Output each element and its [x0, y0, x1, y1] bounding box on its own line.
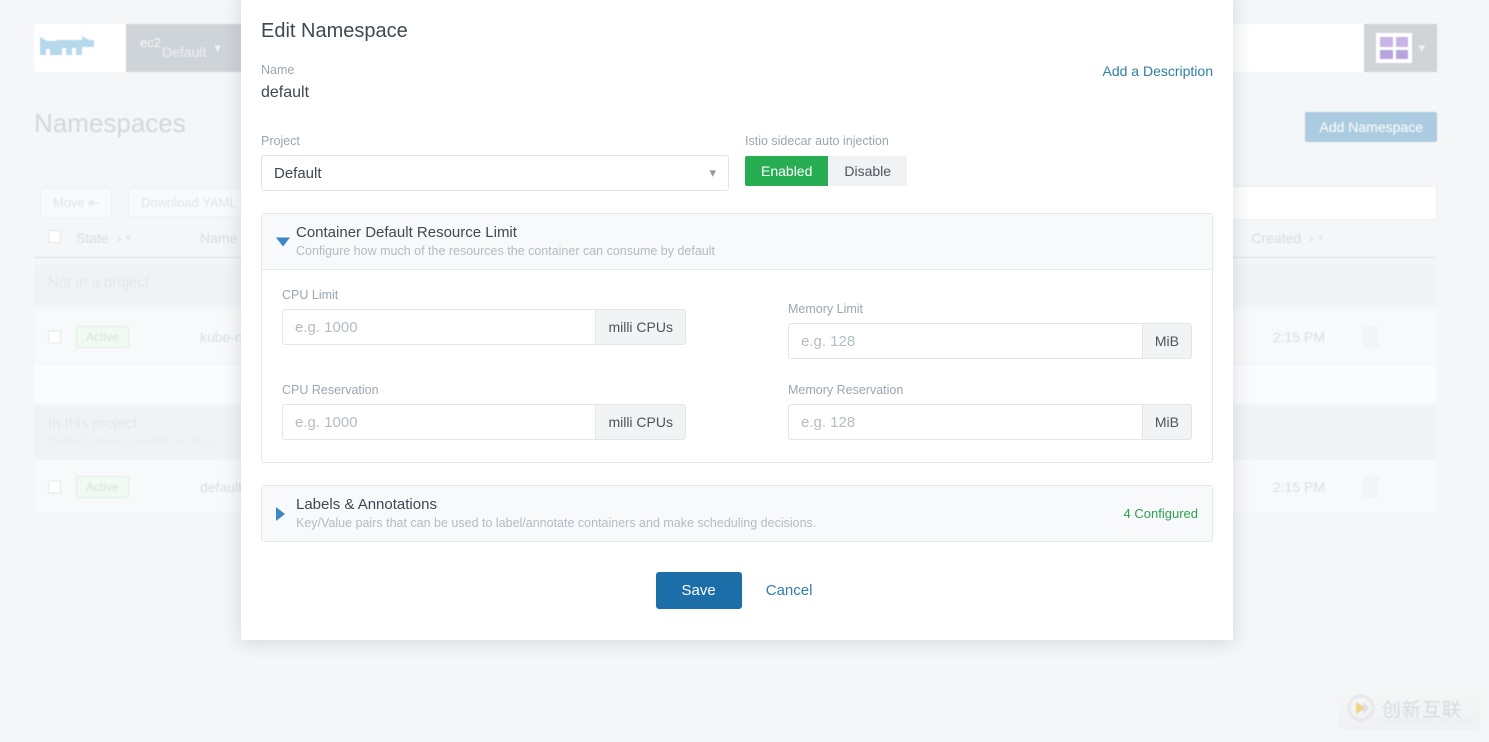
resource-limit-body: CPU Limit e.g. 1000 milli CPUs Memory Li… — [262, 270, 1212, 462]
project-istio-row: Project Default ▾ Istio sidecar auto inj… — [261, 134, 1213, 191]
resource-limit-header[interactable]: Container Default Resource Limit Configu… — [262, 214, 1212, 270]
labels-annotations-subtitle: Key/Value pairs that can be used to labe… — [296, 516, 816, 530]
cpu-limit-input[interactable]: e.g. 1000 — [282, 309, 595, 345]
name-label: Name — [261, 63, 309, 77]
project-select-value: Default — [274, 165, 322, 182]
triangle-right-icon[interactable] — [276, 507, 285, 521]
memory-reservation-unit: MiB — [1142, 404, 1192, 440]
edit-namespace-modal: Edit Namespace Name default Add a Descri… — [241, 0, 1233, 640]
save-button[interactable]: Save — [656, 572, 742, 609]
istio-disable-button[interactable]: Disable — [828, 156, 907, 186]
cpu-limit-label: CPU Limit — [282, 288, 686, 302]
resource-limit-accordion: Container Default Resource Limit Configu… — [261, 213, 1213, 463]
memory-reservation-field: Memory Reservation e.g. 128 MiB — [788, 383, 1192, 440]
resource-limit-title: Container Default Resource Limit — [296, 224, 715, 241]
modal-footer: Save Cancel — [261, 572, 1213, 609]
chevron-down-icon: ▾ — [709, 165, 716, 181]
memory-limit-input[interactable]: e.g. 128 — [788, 323, 1142, 359]
project-select[interactable]: Default ▾ — [261, 155, 729, 191]
cancel-button[interactable]: Cancel — [760, 581, 819, 600]
istio-toggle-group: Enabled Disable — [745, 156, 907, 186]
resource-limit-subtitle: Configure how much of the resources the … — [296, 244, 715, 258]
labels-annotations-header[interactable]: Labels & Annotations Key/Value pairs tha… — [262, 486, 1212, 541]
labels-configured-badge: 4 Configured — [1124, 506, 1198, 521]
add-description-link[interactable]: Add a Description — [1102, 63, 1213, 79]
name-row: Name default Add a Description — [261, 63, 1213, 102]
istio-label: Istio sidecar auto injection — [745, 134, 1213, 148]
memory-limit-field: Memory Limit e.g. 128 MiB — [788, 302, 1192, 359]
project-field: Project Default ▾ — [261, 134, 729, 191]
cpu-reservation-input[interactable]: e.g. 1000 — [282, 404, 595, 440]
labels-annotations-title: Labels & Annotations — [296, 496, 816, 513]
labels-annotations-accordion: Labels & Annotations Key/Value pairs tha… — [261, 485, 1213, 542]
cpu-reservation-field: CPU Reservation e.g. 1000 milli CPUs — [282, 383, 686, 440]
cpu-reservation-label: CPU Reservation — [282, 383, 686, 397]
memory-limit-label: Memory Limit — [788, 302, 1192, 316]
cpu-limit-unit: milli CPUs — [595, 309, 686, 345]
memory-limit-unit: MiB — [1142, 323, 1192, 359]
project-label: Project — [261, 134, 729, 148]
cpu-limit-field: CPU Limit e.g. 1000 milli CPUs — [282, 288, 686, 359]
memory-reservation-label: Memory Reservation — [788, 383, 1192, 397]
memory-reservation-input[interactable]: e.g. 128 — [788, 404, 1142, 440]
istio-enabled-button[interactable]: Enabled — [745, 156, 828, 186]
istio-field: Istio sidecar auto injection Enabled Dis… — [745, 134, 1213, 191]
triangle-down-icon[interactable] — [276, 237, 290, 246]
namespace-name-value: default — [261, 84, 309, 102]
modal-title: Edit Namespace — [261, 20, 1213, 43]
cpu-reservation-unit: milli CPUs — [595, 404, 686, 440]
